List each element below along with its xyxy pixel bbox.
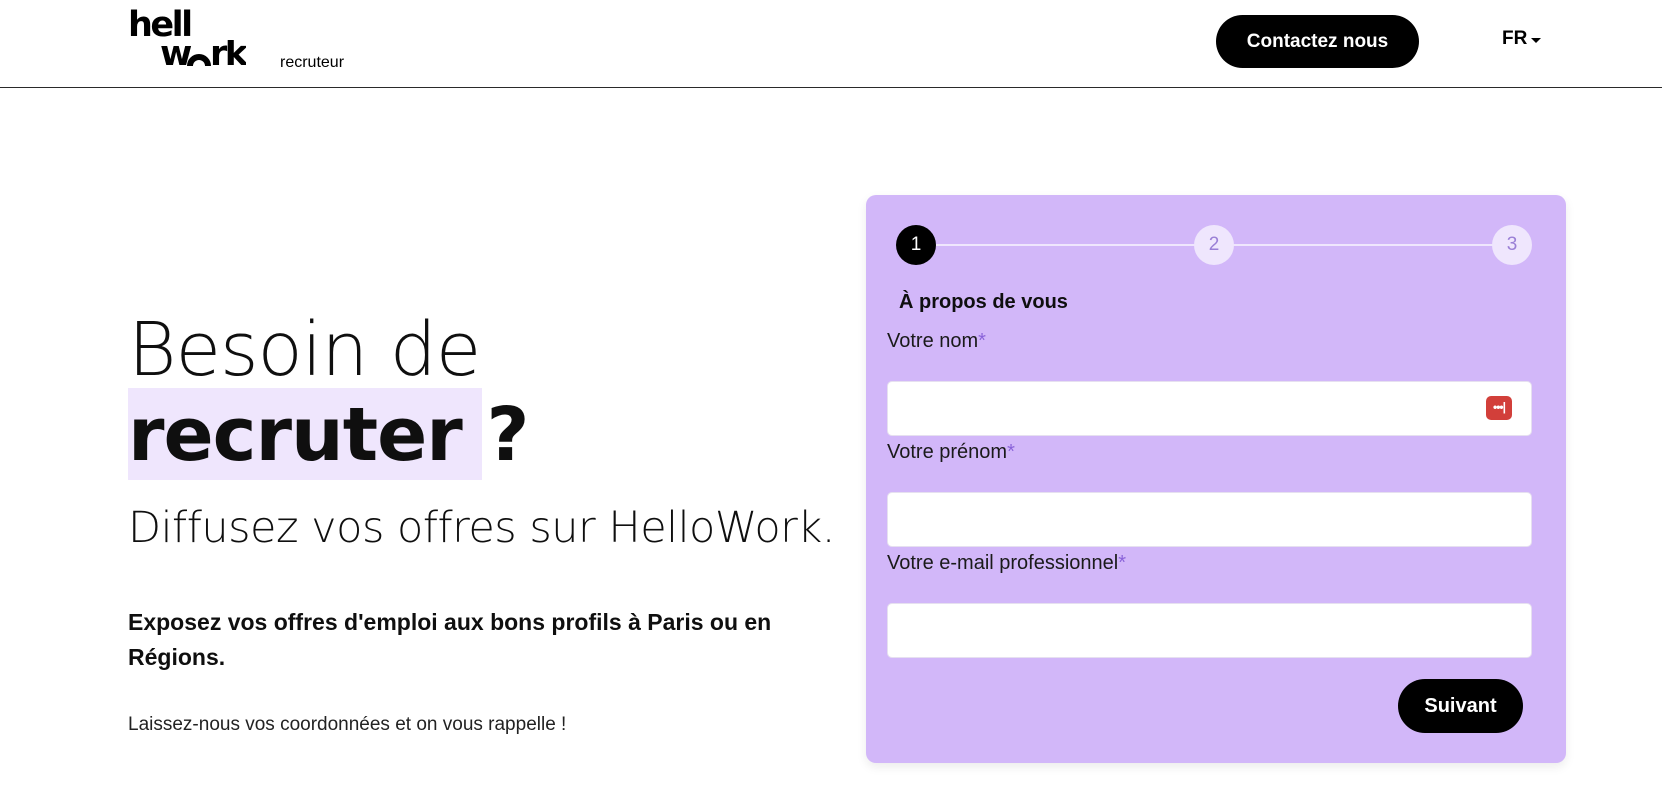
hero-title-line2: recruter ? — [128, 392, 529, 478]
language-label: FR — [1502, 28, 1528, 49]
hero-subtitle: Diffusez vos offres sur HelloWork. — [128, 503, 835, 553]
logo-text-top: hell — [128, 5, 193, 45]
first-name-input[interactable] — [887, 492, 1532, 547]
email-label: Votre e-mail professionnel* — [887, 552, 1126, 575]
first-name-label-text: Votre prénom — [887, 441, 1008, 463]
step-2: 2 — [1194, 225, 1234, 265]
last-name-input[interactable] — [887, 381, 1532, 436]
hero-title-line1: Besoin de — [128, 307, 481, 393]
signup-form-card: 1 2 3 À propos de vous Votre nom* •••| V… — [866, 195, 1566, 763]
form-stepper: 1 2 3 — [896, 225, 1532, 265]
required-marker: * — [1118, 552, 1127, 574]
email-label-text: Votre e-mail professionnel — [887, 552, 1119, 574]
logo-work-mark: w rk — [160, 40, 246, 70]
email-input[interactable] — [887, 603, 1532, 658]
required-marker: * — [1007, 441, 1015, 463]
svg-text:rk: rk — [210, 40, 246, 70]
last-name-label: Votre nom* — [887, 330, 986, 353]
caret-down-icon — [1531, 37, 1542, 43]
step-3: 3 — [1492, 225, 1532, 265]
password-manager-icon[interactable]: •••| — [1486, 396, 1512, 420]
logo-subtitle: recruteur — [280, 54, 345, 71]
hellowork-logo[interactable]: hell w rk recruteur — [128, 5, 368, 74]
contact-us-button[interactable]: Contactez nous — [1216, 15, 1419, 68]
last-name-label-text: Votre nom — [887, 330, 979, 352]
step-title: À propos de vous — [899, 291, 1068, 313]
site-header: hell w rk recruteur Contactez nous FR — [0, 0, 1662, 88]
step-1: 1 — [896, 225, 936, 265]
required-marker: * — [978, 330, 986, 352]
hero-description: Exposez vos offres d'emploi aux bons pro… — [128, 609, 772, 670]
hero-callback-text: Laissez-nous vos coordonnées et on vous … — [128, 714, 567, 735]
language-selector[interactable]: FR — [1502, 28, 1542, 50]
next-button[interactable]: Suivant — [1398, 679, 1523, 733]
first-name-label: Votre prénom* — [887, 441, 1015, 464]
